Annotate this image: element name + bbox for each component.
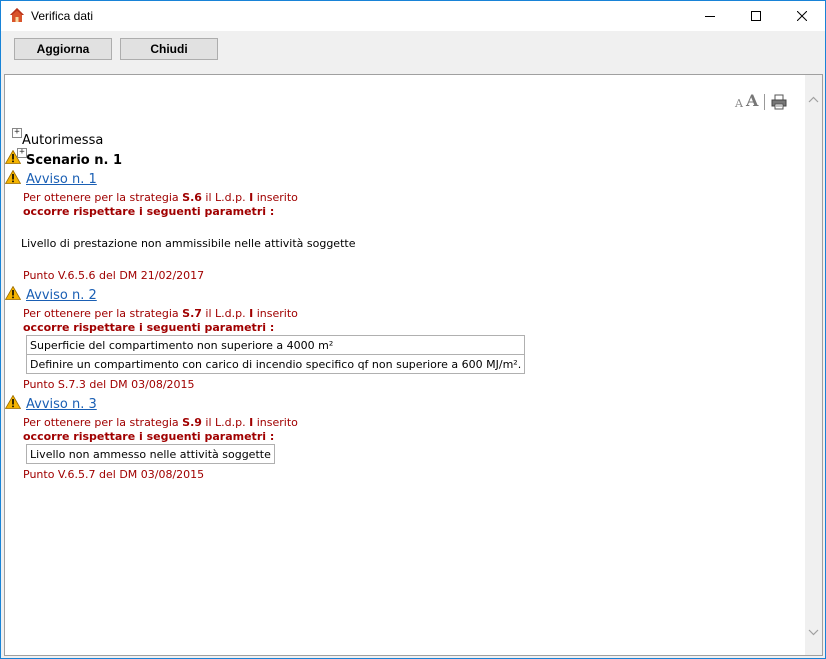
app-window: Verifica dati Aggiorna Chiudi A A + Auto… bbox=[0, 0, 826, 659]
expand-root-toggle[interactable]: + bbox=[12, 128, 22, 138]
decrease-font-button[interactable]: A bbox=[735, 97, 743, 110]
warning-2-params-table: Superficie del compartimento non superio… bbox=[25, 335, 526, 374]
toolbar: Aggiorna Chiudi bbox=[1, 31, 825, 73]
param-cell: Superficie del compartimento non superio… bbox=[25, 335, 526, 355]
warning-3-params-heading: occorre rispettare i seguenti parametri … bbox=[23, 430, 275, 443]
warning-1-message: Livello di prestazione non ammissibile n… bbox=[21, 237, 356, 250]
table-row: Superficie del compartimento non superio… bbox=[25, 335, 526, 355]
warning-icon bbox=[5, 170, 21, 184]
warning-1-link[interactable]: Avviso n. 1 bbox=[26, 172, 97, 187]
warning-1-reference: Punto V.6.5.6 del DM 21/02/2017 bbox=[23, 269, 205, 282]
close-button[interactable]: Chiudi bbox=[120, 38, 218, 60]
warning-2-params-heading: occorre rispettare i seguenti parametri … bbox=[23, 321, 275, 334]
table-row: Livello non ammesso nelle attività sogge… bbox=[26, 444, 275, 464]
table-row: Definire un compartimento con carico di … bbox=[25, 354, 526, 374]
font-tools: A A bbox=[735, 91, 787, 110]
close-icon bbox=[797, 11, 807, 21]
title-bar: Verifica dati bbox=[1, 1, 825, 31]
warning-3-params-table: Livello non ammesso nelle attività sogge… bbox=[26, 444, 275, 464]
warning-1-intro: Per ottenere per la strategia S.6 il L.d… bbox=[23, 191, 298, 204]
scroll-down-icon[interactable] bbox=[808, 627, 819, 637]
scroll-up-icon[interactable] bbox=[808, 95, 819, 105]
warning-1-params-heading: occorre rispettare i seguenti parametri … bbox=[23, 205, 275, 218]
warning-2-intro: Per ottenere per la strategia S.7 il L.d… bbox=[23, 307, 298, 320]
minimize-button[interactable] bbox=[687, 1, 733, 31]
warning-3-link[interactable]: Avviso n. 3 bbox=[26, 397, 97, 412]
warning-3-intro: Per ottenere per la strategia S.9 il L.d… bbox=[23, 416, 298, 429]
tools-separator bbox=[764, 94, 766, 110]
warning-2-reference: Punto S.7.3 del DM 03/08/2015 bbox=[23, 378, 195, 391]
param-cell: Livello non ammesso nelle attività sogge… bbox=[26, 444, 275, 464]
minimize-icon bbox=[705, 16, 715, 17]
warning-icon bbox=[5, 286, 21, 300]
vertical-scrollbar[interactable] bbox=[805, 75, 822, 655]
close-window-button[interactable] bbox=[779, 1, 825, 31]
maximize-icon bbox=[751, 11, 761, 21]
refresh-button[interactable]: Aggiorna bbox=[14, 38, 112, 60]
param-cell: Definire un compartimento con carico di … bbox=[25, 354, 526, 374]
window-title: Verifica dati bbox=[31, 9, 94, 23]
warning-2-link[interactable]: Avviso n. 2 bbox=[26, 288, 97, 303]
scenario-label[interactable]: Scenario n. 1 bbox=[26, 153, 122, 168]
report-document: A A + Autorimessa + Scenario n. 1 Avviso… bbox=[5, 75, 805, 655]
warning-icon bbox=[5, 395, 21, 409]
increase-font-button[interactable]: A bbox=[746, 91, 758, 110]
maximize-button[interactable] bbox=[733, 1, 779, 31]
warning-3-reference: Punto V.6.5.7 del DM 03/08/2015 bbox=[23, 468, 205, 481]
print-icon[interactable] bbox=[771, 94, 787, 110]
report-view: A A + Autorimessa + Scenario n. 1 Avviso… bbox=[4, 74, 823, 656]
tree-root-label[interactable]: Autorimessa bbox=[22, 133, 103, 148]
house-icon bbox=[10, 8, 24, 22]
